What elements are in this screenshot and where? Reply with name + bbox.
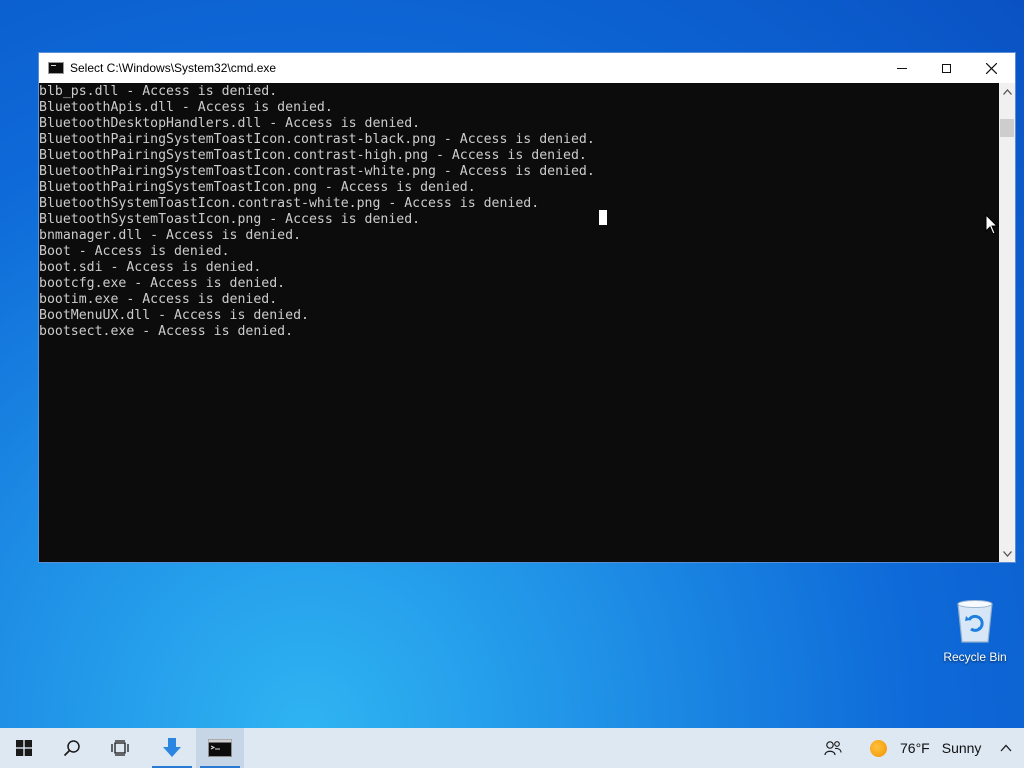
- chevron-up-icon: [1002, 88, 1012, 95]
- console-line: boot.sdi - Access is denied.: [39, 260, 262, 275]
- console-line: BluetoothSystemToastIcon.png - Access is…: [39, 212, 421, 227]
- chevron-up-icon: [1000, 744, 1012, 752]
- people-button[interactable]: [818, 728, 848, 768]
- cmd-icon: [48, 62, 64, 74]
- people-icon: [824, 741, 842, 756]
- recycle-bin-label: Recycle Bin: [943, 650, 1007, 664]
- search-button[interactable]: [48, 728, 96, 768]
- console-line: BluetoothPairingSystemToastIcon.png - Ac…: [39, 180, 476, 195]
- chevron-down-icon: [1002, 550, 1012, 557]
- close-button[interactable]: [969, 53, 1014, 83]
- console-line: BluetoothPairingSystemToastIcon.contrast…: [39, 164, 595, 179]
- weather-condition: Sunny: [941, 740, 982, 756]
- sun-icon: [870, 739, 887, 757]
- task-view-button[interactable]: [96, 728, 144, 768]
- cmd-window[interactable]: Select C:\Windows\System32\cmd.exe blb_p…: [38, 52, 1016, 563]
- weather-temperature: 76°F: [900, 740, 930, 756]
- maximize-icon: [942, 63, 951, 73]
- console-line: BootMenuUX.dll - Access is denied.: [39, 308, 309, 323]
- console-line: Boot - Access is denied.: [39, 244, 230, 259]
- minimize-button[interactable]: [879, 53, 924, 83]
- title-bar[interactable]: Select C:\Windows\System32\cmd.exe: [39, 53, 1015, 83]
- console-line: BluetoothPairingSystemToastIcon.contrast…: [39, 132, 595, 147]
- taskbar-cmd-app[interactable]: [196, 728, 244, 768]
- console-line: bootcfg.exe - Access is denied.: [39, 276, 286, 291]
- search-icon: [63, 740, 80, 757]
- console-line: bootsect.exe - Access is denied.: [39, 324, 294, 339]
- scroll-up-button[interactable]: [999, 83, 1015, 100]
- window-title: Select C:\Windows\System32\cmd.exe: [70, 61, 277, 75]
- text-cursor: [599, 210, 607, 225]
- mouse-pointer-icon: [985, 214, 999, 235]
- console-line: BluetoothPairingSystemToastIcon.contrast…: [39, 148, 587, 163]
- vertical-scrollbar[interactable]: [999, 83, 1015, 562]
- task-view-icon: [111, 740, 129, 756]
- taskbar-download-app[interactable]: [148, 728, 196, 768]
- recycle-bin[interactable]: Recycle Bin: [940, 598, 1010, 664]
- taskbar: 76°F Sunny: [0, 728, 1024, 768]
- show-hidden-icons-button[interactable]: [996, 728, 1016, 768]
- recycle-bin-icon: [957, 600, 993, 643]
- scroll-down-button[interactable]: [999, 545, 1015, 562]
- console-output[interactable]: blb_ps.dll - Access is denied. Bluetooth…: [39, 83, 999, 562]
- minimize-icon: [896, 67, 907, 69]
- weather-widget[interactable]: 76°F Sunny: [870, 728, 981, 768]
- download-app-icon: [163, 738, 181, 757]
- console-line: BluetoothApis.dll - Access is denied.: [39, 100, 333, 115]
- cmd-app-icon: [208, 739, 232, 757]
- windows-start-icon: [16, 740, 32, 756]
- scrollbar-thumb[interactable]: [1000, 119, 1014, 137]
- maximize-button[interactable]: [924, 53, 969, 83]
- console-line: BluetoothDesktopHandlers.dll - Access is…: [39, 116, 421, 131]
- console-line: bnmanager.dll - Access is denied.: [39, 228, 302, 243]
- close-icon: [986, 62, 997, 74]
- start-button[interactable]: [0, 728, 48, 768]
- console-line: BluetoothSystemToastIcon.contrast-white.…: [39, 196, 540, 211]
- console-line: blb_ps.dll - Access is denied.: [39, 84, 278, 99]
- console-line: bootim.exe - Access is denied.: [39, 292, 278, 307]
